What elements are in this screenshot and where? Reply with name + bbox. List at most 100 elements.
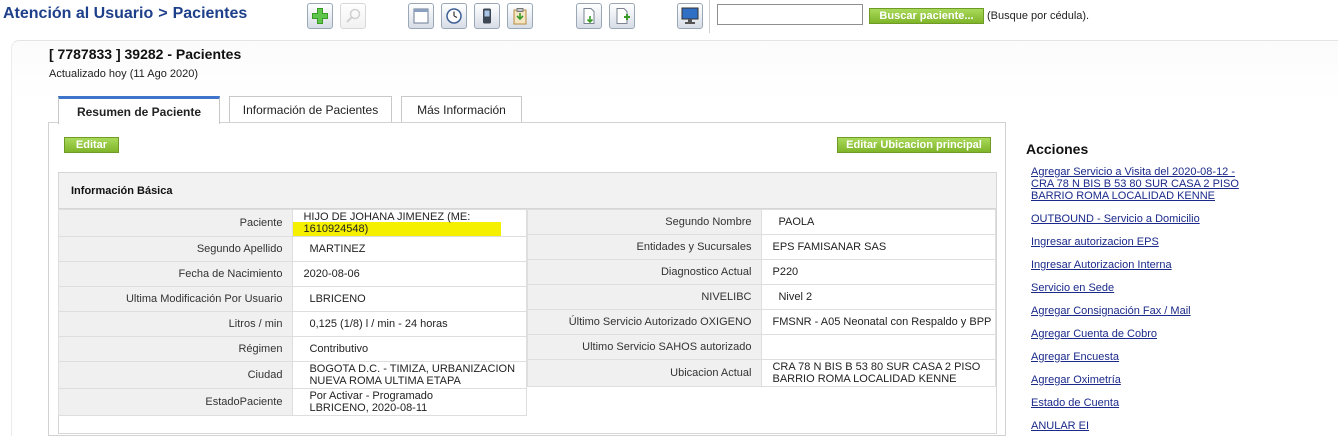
field-label: Ubicacion Actual (526, 359, 763, 387)
table-row: Diagnostico Actual P220 (526, 259, 996, 285)
field-value: Nivel 2 (761, 284, 996, 310)
field-value: 0,125 (1/8) l / min - 24 horas (292, 311, 527, 337)
field-label: Ultima Modificación Por Usuario (57, 286, 294, 312)
actions-title: Acciones (1026, 141, 1089, 157)
add-icon (312, 8, 328, 24)
export-button[interactable] (576, 3, 602, 29)
field-label: EstadoPaciente (57, 388, 294, 416)
search-button-disabled[interactable] (340, 3, 366, 29)
table-row: Ciudad BOGOTA D.C. - TIMIZA, URBANIZACIO… (57, 361, 527, 389)
table-row: Segundo Apellido MARTINEZ (57, 236, 527, 262)
field-label: Litros / min (57, 311, 294, 337)
field-value: P220 (761, 259, 996, 285)
field-value: Contributivo (292, 336, 527, 362)
field-value: 2020-08-06 (292, 261, 527, 287)
field-label: Segundo Apellido (57, 236, 294, 262)
action-account-status-link[interactable]: Estado de Cuenta (1031, 397, 1119, 409)
table-row: Ultimo Servicio SAHOS autorizado (526, 334, 996, 360)
tab-more-information[interactable]: Más Información (401, 96, 522, 123)
monitor-icon (681, 7, 699, 24)
clipboard-icon (513, 8, 527, 25)
action-add-billing-account-link[interactable]: Agregar Cuenta de Cobro (1031, 328, 1157, 340)
table-row: NIVELIBC Nivel 2 (526, 284, 996, 310)
field-value: FMSNR - A05 Neonatal con Respaldo y BPP (761, 309, 996, 335)
clipboard-button[interactable] (507, 3, 533, 29)
search-patient-button[interactable]: Buscar paciente... (869, 8, 984, 24)
breadcrumb-current: Pacientes (172, 5, 248, 22)
breadcrumb: Atención al Usuario > Pacientes (3, 5, 247, 23)
field-label: Paciente (57, 209, 294, 237)
action-add-consignment-link[interactable]: Agregar Consignación Fax / Mail (1031, 305, 1191, 317)
search-icon (346, 8, 361, 23)
table-row: Fecha de Nacimiento 2020-08-06 (57, 261, 527, 287)
top-bar: Atención al Usuario > Pacientes Buscar pac… (0, 0, 1338, 34)
mobile-icon (483, 8, 491, 24)
edit-main-location-button[interactable]: Editar Ubicacion principal (837, 137, 991, 153)
patient-search-input[interactable] (717, 4, 863, 25)
basic-info-left-table: Paciente HIJO DE JOHANA JIMENEZ (ME: 161… (57, 209, 527, 416)
list-item: Ingresar Autorizacion Interna (1031, 259, 1331, 271)
field-value: LBRICENO (292, 286, 527, 312)
action-site-service-link[interactable]: Servicio en Sede (1031, 282, 1114, 294)
table-row: Ultima Modificación Por Usuario LBRICENO (57, 286, 527, 312)
import-icon (616, 8, 630, 24)
action-outbound-link[interactable]: OUTBOUND - Servicio a Domicilio (1031, 213, 1200, 225)
field-label: Diagnostico Actual (526, 259, 763, 285)
field-label: Entidades y Sucursales (526, 234, 763, 260)
add-button[interactable] (307, 3, 333, 29)
edit-button[interactable]: Editar (64, 137, 119, 153)
field-label: Ultimo Servicio SAHOS autorizado (526, 334, 763, 360)
action-add-survey-link[interactable]: Agregar Encuesta (1031, 351, 1119, 363)
tab-patient-information[interactable]: Información de Pacientes (229, 96, 392, 123)
record-title: [ 7787833 ] 39282 - Pacientes (49, 46, 242, 62)
list-item: ANULAR EI (1031, 420, 1331, 432)
field-label: Régimen (57, 336, 294, 362)
action-cancel-ei-link[interactable]: ANULAR EI (1031, 420, 1089, 432)
toolbar-divider (709, 0, 710, 33)
table-row: Litros / min 0,125 (1/8) l / min - 24 ho… (57, 311, 527, 337)
breadcrumb-section[interactable]: Atención al Usuario (3, 5, 153, 22)
field-value: Por Activar - Programado LBRICENO, 2020-… (292, 388, 527, 416)
import-button[interactable] (609, 3, 635, 29)
mobile-button[interactable] (474, 3, 500, 29)
table-row: Entidades y Sucursales EPS FAMISANAR SAS (526, 234, 996, 260)
monitor-button[interactable] (677, 3, 703, 29)
field-value: BOGOTA D.C. - TIMIZA, URBANIZACION NUEVA… (292, 361, 527, 389)
clock-icon (446, 8, 462, 24)
list-item: Agregar Cuenta de Cobro (1031, 328, 1331, 340)
table-row: Segundo Nombre PAOLA (526, 209, 996, 235)
breadcrumb-separator: > (158, 5, 168, 22)
record-updated: Actualizado hoy (11 Ago 2020) (49, 68, 199, 80)
search-hint: (Busque por cédula). (987, 10, 1090, 22)
table-row: Último Servicio Autorizado OXIGENO FMSNR… (526, 309, 996, 335)
action-add-visit-service-link[interactable]: Agregar Servicio a Visita del 2020-08-12… (1031, 166, 1239, 202)
field-label: Último Servicio Autorizado OXIGENO (526, 309, 763, 335)
actions-list: Agregar Servicio a Visita del 2020-08-12… (1031, 166, 1331, 443)
list-item: Agregar Consignación Fax / Mail (1031, 305, 1331, 317)
field-value (761, 334, 996, 360)
list-item: Agregar Servicio a Visita del 2020-08-12… (1031, 166, 1331, 202)
basic-info-right-table: Segundo Nombre PAOLA Entidades y Sucursa… (526, 209, 996, 387)
window-button[interactable] (408, 3, 434, 29)
action-add-oximetry-link[interactable]: Agregar Oximetría (1031, 374, 1121, 386)
field-value: EPS FAMISANAR SAS (761, 234, 996, 260)
list-item: Ingresar autorizacion EPS (1031, 236, 1331, 248)
field-label: Segundo Nombre (526, 209, 763, 235)
field-value: PAOLA (761, 209, 996, 235)
basic-info-header: Información Básica (59, 173, 996, 209)
action-internal-authorization-link[interactable]: Ingresar Autorizacion Interna (1031, 259, 1172, 271)
field-value: MARTINEZ (292, 236, 527, 262)
table-row: Ubicacion Actual CRA 78 N BIS B 53 80 SU… (526, 359, 996, 387)
field-value: CRA 78 N BIS B 53 80 SUR CASA 2 PISO BAR… (761, 359, 996, 387)
field-label: Fecha de Nacimiento (57, 261, 294, 287)
list-item: Servicio en Sede (1031, 282, 1331, 294)
list-item: Estado de Cuenta (1031, 397, 1331, 409)
list-item: OUTBOUND - Servicio a Domicilio (1031, 213, 1331, 225)
action-eps-authorization-link[interactable]: Ingresar autorizacion EPS (1031, 236, 1159, 248)
tab-patient-summary[interactable]: Resumen de Paciente (58, 96, 220, 124)
export-icon (583, 8, 595, 24)
clock-button[interactable] (441, 3, 467, 29)
field-value-patient: HIJO DE JOHANA JIMENEZ (ME: 1610924548) (292, 209, 527, 237)
table-row: EstadoPaciente Por Activar - Programado … (57, 388, 527, 416)
window-icon (413, 8, 429, 24)
